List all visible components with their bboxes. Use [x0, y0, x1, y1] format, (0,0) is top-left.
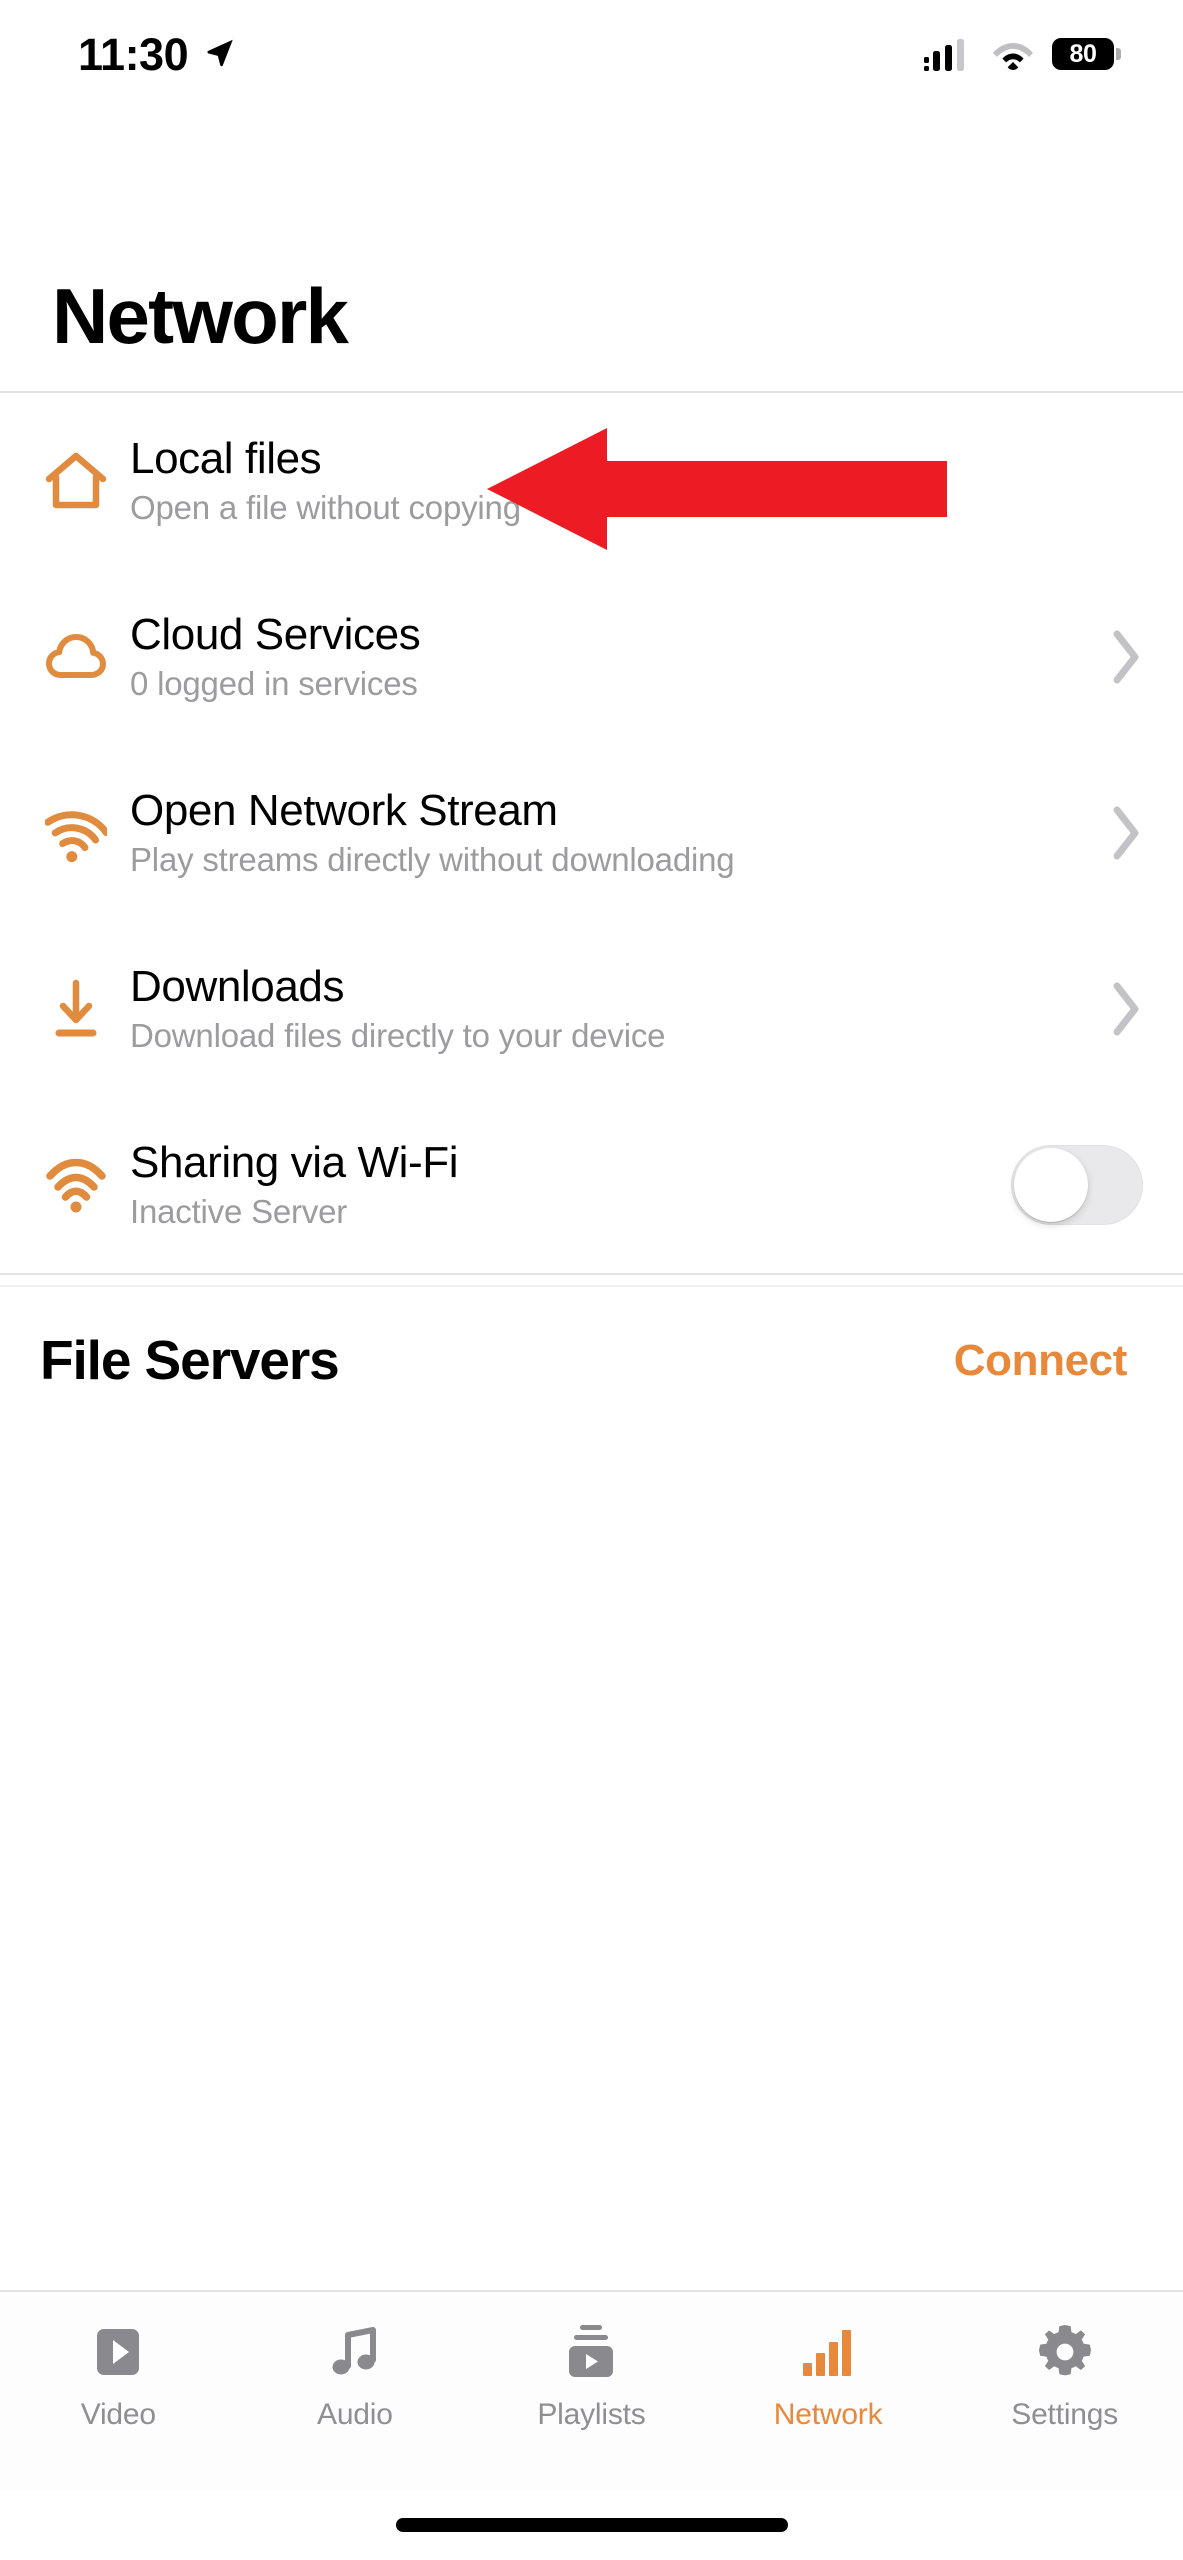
list-item-accessory [1069, 980, 1143, 1038]
toggle-knob [1014, 1148, 1088, 1222]
page-title-area: Network [0, 105, 1183, 393]
video-play-icon [87, 2318, 149, 2386]
tab-label: Playlists [537, 2398, 646, 2431]
tab-network[interactable]: Network [710, 2318, 947, 2430]
chevron-right-icon [1113, 982, 1139, 1036]
list-item-text: Cloud Services 0 logged in services [124, 610, 1069, 703]
home-indicator[interactable] [395, 2518, 788, 2532]
list-item-local-files[interactable]: Local files Open a file without copying [0, 393, 1183, 569]
network-options-list: Local files Open a file without copying … [0, 393, 1183, 1273]
file-servers-header: File Servers Connect [0, 1287, 1183, 1424]
list-item-subtitle: Play streams directly without downloadin… [130, 841, 735, 879]
connect-button[interactable]: Connect [954, 1338, 1128, 1383]
list-item-title: Cloud Services [130, 610, 421, 660]
list-item-open-network-stream[interactable]: Open Network Stream Play streams directl… [0, 745, 1183, 921]
app-screen: 11:30 80 Network Local files Open a file… [0, 0, 1183, 2560]
page-title: Network [52, 272, 349, 360]
list-item-title: Sharing via Wi-Fi [130, 1138, 459, 1188]
home-indicator-area [0, 2490, 1183, 2560]
list-item-subtitle: 0 logged in services [130, 665, 418, 703]
tab-playlists[interactable]: Playlists [473, 2318, 710, 2430]
wifi-sharing-icon [28, 1154, 124, 1216]
list-item-downloads[interactable]: Downloads Download files directly to you… [0, 921, 1183, 1097]
list-item-cloud-services[interactable]: Cloud Services 0 logged in services [0, 569, 1183, 745]
list-item-title: Local files [130, 434, 322, 484]
location-arrow-icon [207, 39, 233, 66]
tab-label: Network [773, 2398, 883, 2431]
list-item-accessory [1069, 804, 1143, 862]
file-servers-title: File Servers [40, 1329, 340, 1391]
list-item-text: Local files Open a file without copying [124, 434, 1069, 527]
tab-video[interactable]: Video [0, 2318, 237, 2430]
battery-icon: 80 [1052, 38, 1121, 70]
list-item-accessory [1069, 628, 1143, 686]
cloud-icon [28, 629, 124, 685]
wifi-icon [993, 43, 1033, 70]
tab-label: Audio [317, 2398, 393, 2431]
list-item-subtitle: Open a file without copying [130, 489, 521, 527]
cellular-signal-icon [924, 39, 964, 71]
list-item-text: Sharing via Wi-Fi Inactive Server [124, 1138, 1011, 1231]
section-separator [0, 1273, 1183, 1287]
music-note-icon [324, 2318, 386, 2386]
battery-percent-label: 80 [1069, 39, 1097, 68]
status-bar-clock: 11:30 [78, 29, 189, 80]
list-item-text: Open Network Stream Play streams directl… [124, 786, 1069, 879]
list-item-accessory [1011, 1145, 1143, 1225]
list-item-title: Downloads [130, 962, 345, 1012]
chevron-right-icon [1113, 806, 1139, 860]
list-item-subtitle: Download files directly to your device [130, 1017, 666, 1055]
home-icon [28, 449, 124, 513]
list-item-subtitle: Inactive Server [130, 1193, 348, 1231]
list-item-text: Downloads Download files directly to you… [124, 962, 1069, 1055]
status-bar: 11:30 80 [0, 0, 1183, 105]
chevron-right-icon [1113, 630, 1139, 684]
tab-label: Video [80, 2398, 156, 2431]
gear-icon [1035, 2318, 1095, 2386]
download-icon [28, 977, 124, 1041]
status-bar-right: 80 [924, 34, 1121, 71]
tab-audio[interactable]: Audio [237, 2318, 474, 2430]
list-item-title: Open Network Stream [130, 786, 558, 836]
file-servers-empty-area [0, 1424, 1183, 2290]
rss-stream-icon [28, 802, 124, 864]
list-item-sharing-via-wifi[interactable]: Sharing via Wi-Fi Inactive Server [0, 1097, 1183, 1273]
signal-bars-icon [799, 2318, 857, 2386]
status-bar-left: 11:30 [78, 28, 238, 77]
wifi-sharing-toggle[interactable] [1011, 1145, 1143, 1225]
tab-bar: Video Audio Playlists Network Settings [0, 2290, 1183, 2490]
tab-label: Settings [1011, 2398, 1119, 2431]
playlist-icon [560, 2318, 622, 2386]
tab-settings[interactable]: Settings [946, 2318, 1183, 2430]
